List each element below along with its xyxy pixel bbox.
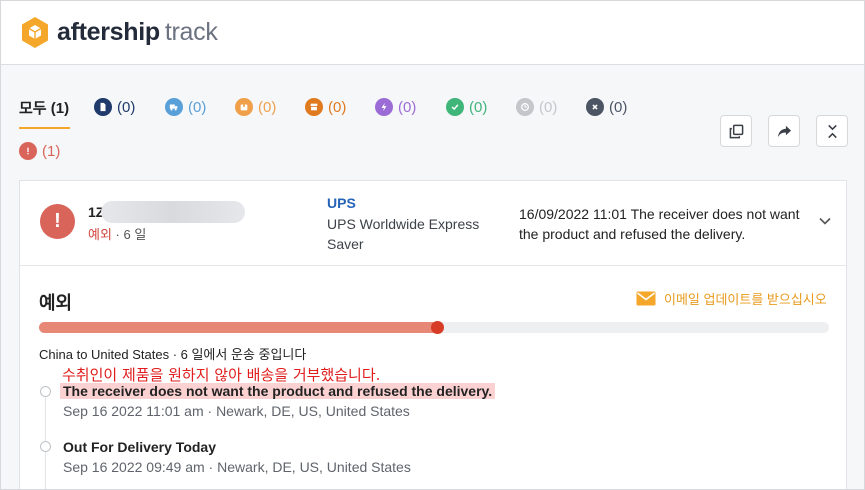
translation-annotation: 수취인이 제품을 원하지 않아 배송을 거부했습니다.	[62, 366, 381, 384]
progress-bar	[39, 321, 829, 334]
tab-pending[interactable]: (0)	[586, 95, 627, 119]
header: aftership track	[1, 1, 864, 65]
store-icon	[305, 98, 323, 116]
lightning-icon	[375, 98, 393, 116]
active-tab-underline	[19, 127, 70, 129]
email-updates-label: 이메일 업데이트를 받으십시오	[664, 292, 827, 307]
tab-all[interactable]: 모두 (1)	[19, 95, 69, 119]
event-title: Out For Delivery Today	[63, 439, 216, 455]
progress-marker	[430, 321, 444, 334]
tab-label: (0)	[469, 98, 488, 116]
brand-wordmark: aftership track	[57, 18, 218, 47]
tab-exception[interactable]: (1)	[19, 139, 60, 163]
tab-info-received[interactable]: (0)	[94, 95, 135, 119]
status-label: 예외	[88, 227, 112, 242]
tab-expired[interactable]: (0)	[516, 95, 557, 119]
shipment-status-line: 예외 · 6 일	[88, 224, 146, 243]
progress-fill	[39, 322, 438, 333]
tab-out-for-delivery[interactable]: (0)	[235, 95, 276, 119]
carrier-service: UPS Worldwide Express Saver	[327, 216, 480, 252]
tab-label: (0)	[539, 98, 558, 116]
tab-label: 모두 (1)	[19, 99, 70, 117]
carrier-name[interactable]: UPS	[327, 195, 356, 211]
document-icon	[94, 98, 112, 116]
tab-failed-attempt[interactable]: (0)	[375, 95, 416, 119]
brand-name-bold: aftership	[57, 18, 160, 46]
check-icon	[446, 98, 464, 116]
tab-label: (1)	[42, 142, 61, 160]
app-frame: aftership track 모두 (1) (0) (0) (0) (0) (0) (0) (…	[0, 0, 865, 490]
collapse-icon	[827, 124, 837, 138]
tab-label: (0)	[117, 98, 136, 116]
transit-days: · 6 일	[111, 227, 147, 242]
tab-available-for-pickup[interactable]: (0)	[305, 95, 346, 119]
truck-icon	[165, 98, 183, 116]
latest-event: 16/09/2022 11:01 The receiver does not w…	[519, 206, 800, 242]
tab-label: (0)	[609, 98, 628, 116]
shipment-summary-row[interactable]: ! 1Z 예외 · 6 일 UPS UPS Worldwide Express …	[20, 181, 846, 266]
chevron-down-icon[interactable]	[818, 214, 832, 228]
exception-status-icon: !	[40, 204, 75, 239]
event-meta: Sep 16 2022 11:01 am · Newark, DE, US, U…	[63, 403, 410, 419]
detail-status-title: 예외	[39, 293, 73, 313]
tab-delivered[interactable]: (0)	[446, 95, 487, 119]
tab-label: (0)	[258, 98, 277, 116]
email-updates-link[interactable]: 이메일 업데이트를 받으십시오	[636, 289, 827, 308]
timeline-dot	[40, 441, 51, 452]
exclamation-icon	[19, 142, 37, 160]
clock-icon	[516, 98, 534, 116]
copy-icon	[729, 124, 743, 138]
redacted-tracking-number	[101, 201, 245, 223]
collapse-all-button[interactable]	[816, 115, 848, 147]
timeline-dot	[40, 386, 51, 397]
timeline-line	[45, 389, 46, 489]
copy-button[interactable]	[720, 115, 752, 147]
shipment-card: ! 1Z 예외 · 6 일 UPS UPS Worldwide Express …	[19, 180, 847, 489]
route-summary: China to United States · 6 일에서 운송 중입니다	[39, 347, 307, 362]
package-icon	[235, 98, 253, 116]
brand-name-light: track	[164, 18, 218, 46]
x-icon	[586, 98, 604, 116]
tab-label: (0)	[328, 98, 347, 116]
mail-icon	[636, 291, 656, 306]
tab-in-transit[interactable]: (0)	[165, 95, 206, 119]
tab-label: (0)	[188, 98, 207, 116]
share-icon	[777, 125, 791, 137]
aftership-logo-icon	[22, 17, 48, 48]
event-title: The receiver does not want the product a…	[60, 383, 496, 399]
share-button[interactable]	[768, 115, 800, 147]
event-meta: Sep 16 2022 09:49 am · Newark, DE, US, U…	[63, 459, 411, 475]
tab-label: (0)	[398, 98, 417, 116]
